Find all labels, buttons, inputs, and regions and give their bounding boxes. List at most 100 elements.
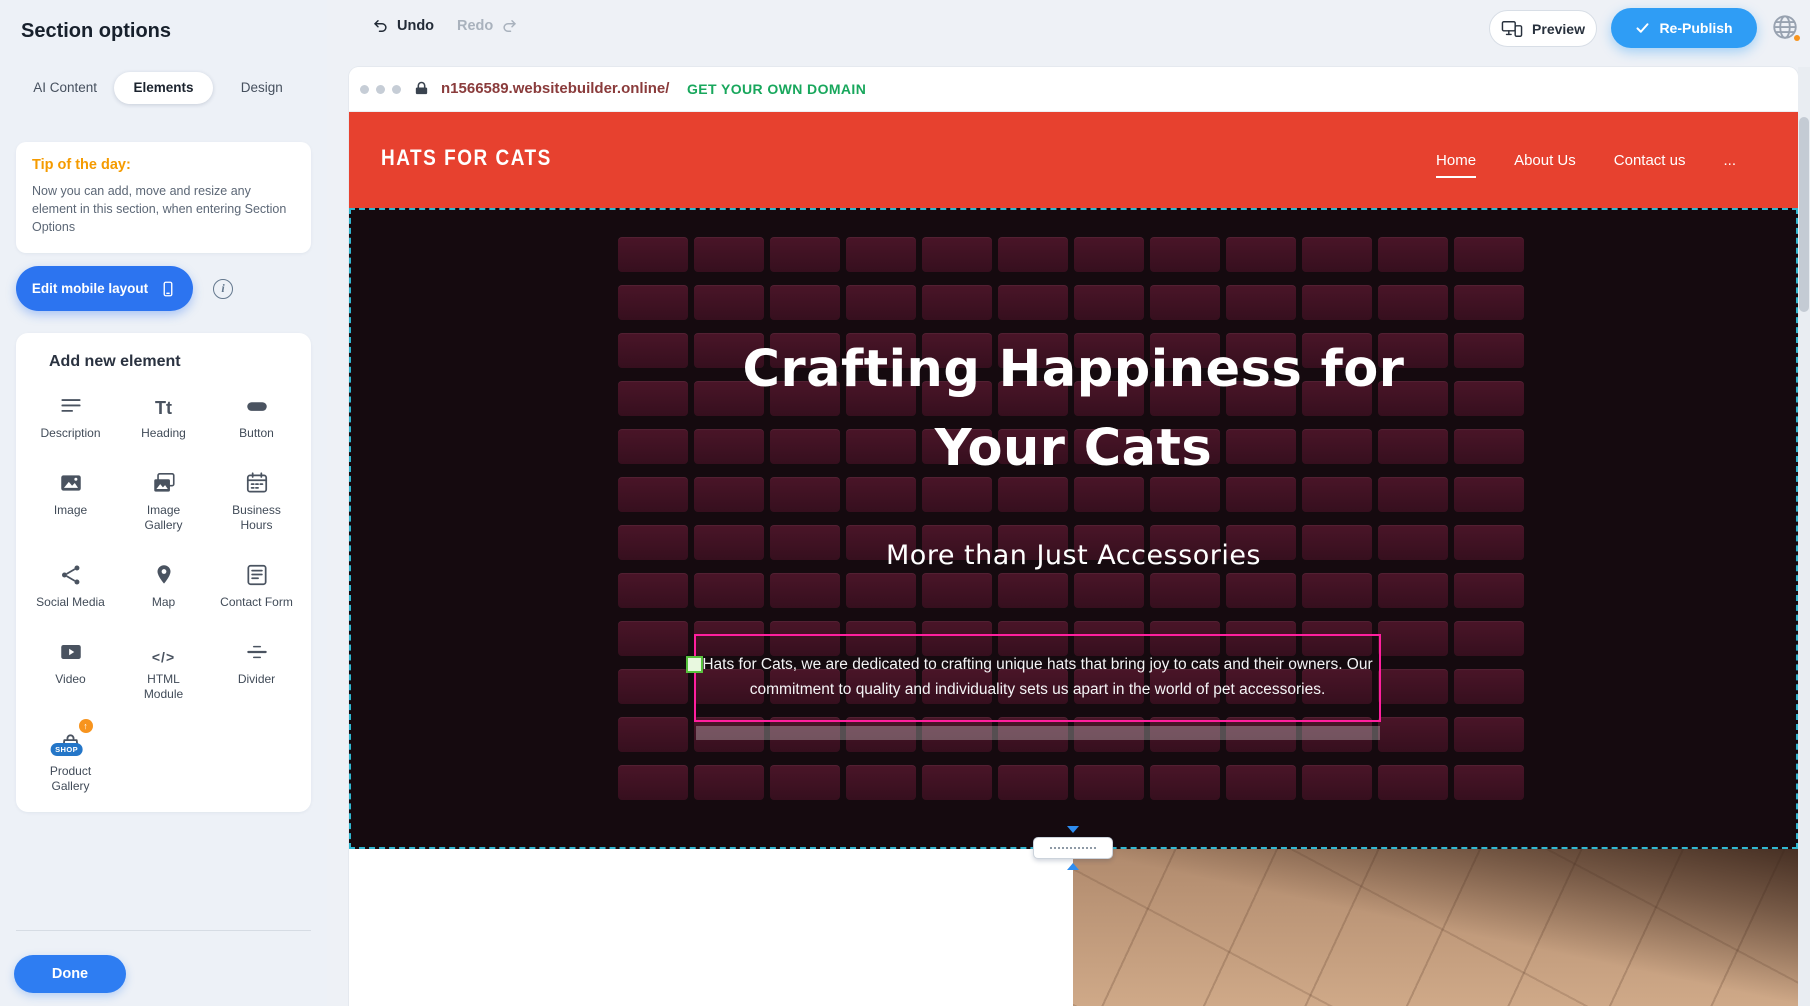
element-label: Contact Form bbox=[220, 595, 293, 610]
edit-mobile-row: Edit mobile layout i bbox=[16, 266, 233, 311]
element-social-media[interactable]: Social Media bbox=[24, 558, 117, 610]
hero-tile bbox=[1378, 717, 1448, 752]
preview-button[interactable]: Preview bbox=[1489, 10, 1597, 47]
element-grid: Description Tt Heading Button Image bbox=[16, 371, 311, 794]
hero-tile bbox=[1454, 285, 1524, 320]
redo-button[interactable]: Redo bbox=[457, 17, 518, 35]
window-dot bbox=[360, 85, 369, 94]
hero-tile bbox=[846, 765, 916, 800]
hero-paragraph[interactable]: Hats for Cats, we are dedicated to craft… bbox=[696, 653, 1379, 703]
undo-label: Undo bbox=[397, 18, 434, 34]
republish-button[interactable]: Re-Publish bbox=[1611, 8, 1757, 48]
hero-tile bbox=[922, 573, 992, 608]
hero-tile bbox=[1074, 285, 1144, 320]
element-button[interactable]: Button bbox=[210, 389, 303, 441]
site-url[interactable]: n1566589.websitebuilder.online/ bbox=[441, 80, 669, 97]
hero-tile bbox=[618, 765, 688, 800]
element-map[interactable]: Map bbox=[117, 558, 210, 610]
notification-dot bbox=[1794, 35, 1800, 41]
drag-handle-pill[interactable] bbox=[1033, 837, 1113, 859]
element-divider[interactable]: Divider bbox=[210, 635, 303, 702]
preview-label: Preview bbox=[1532, 21, 1585, 37]
info-icon[interactable]: i bbox=[213, 279, 233, 299]
element-description[interactable]: Description bbox=[24, 389, 117, 441]
hero-tile bbox=[1074, 765, 1144, 800]
nav-home[interactable]: Home bbox=[1436, 152, 1476, 169]
hero-tile bbox=[694, 765, 764, 800]
shop-badge: SHOP bbox=[50, 743, 83, 756]
hero-tile bbox=[770, 765, 840, 800]
hero-tile bbox=[1302, 573, 1372, 608]
hero-tile bbox=[1454, 237, 1524, 272]
hero-tile bbox=[1302, 285, 1372, 320]
element-product-gallery[interactable]: SHOP ↑ Product Gallery bbox=[24, 727, 117, 794]
vertical-scrollbar-thumb[interactable] bbox=[1799, 117, 1809, 312]
tip-of-the-day-card: Tip of the day: Now you can add, move an… bbox=[16, 142, 311, 253]
hero-tile bbox=[618, 573, 688, 608]
element-image-gallery[interactable]: Image Gallery bbox=[117, 466, 210, 533]
site-logo[interactable]: HATS FOR CATS bbox=[381, 146, 552, 171]
element-heading[interactable]: Tt Heading bbox=[117, 389, 210, 441]
republish-label: Re-Publish bbox=[1659, 20, 1732, 36]
add-element-title: Add new element bbox=[16, 333, 311, 371]
sidebar-divider bbox=[16, 930, 311, 931]
site-header: HATS FOR CATS Home About Us Contact us .… bbox=[349, 112, 1798, 208]
tab-elements[interactable]: Elements bbox=[114, 72, 212, 104]
tab-ai-content[interactable]: AI Content bbox=[16, 72, 114, 104]
check-icon bbox=[1635, 21, 1650, 35]
hero-tile bbox=[618, 717, 688, 752]
heading-icon: Tt bbox=[155, 389, 172, 419]
element-label: Social Media bbox=[36, 595, 105, 610]
hero-tile bbox=[1150, 573, 1220, 608]
hero-tile bbox=[998, 573, 1068, 608]
edit-mobile-layout-button[interactable]: Edit mobile layout bbox=[16, 266, 193, 311]
hero-tile bbox=[1226, 573, 1296, 608]
video-icon bbox=[58, 635, 84, 665]
hero-tile bbox=[846, 285, 916, 320]
element-label: Image Gallery bbox=[127, 503, 201, 533]
hero-tile bbox=[1454, 669, 1524, 704]
pavement-photo bbox=[1073, 849, 1798, 1006]
next-section bbox=[349, 849, 1798, 1006]
hero-heading[interactable]: Crafting Happiness for Your Cats bbox=[349, 330, 1798, 488]
element-ghost-bar bbox=[696, 726, 1380, 740]
done-button[interactable]: Done bbox=[14, 955, 126, 993]
resize-handle-left[interactable] bbox=[686, 656, 703, 673]
hero-tile bbox=[694, 237, 764, 272]
upgrade-badge-icon: ↑ bbox=[79, 719, 93, 733]
section-resize-handle[interactable] bbox=[1033, 835, 1113, 861]
element-image[interactable]: Image bbox=[24, 466, 117, 533]
hero-tile bbox=[1150, 237, 1220, 272]
element-business-hours[interactable]: Business Hours bbox=[210, 466, 303, 533]
nav-more-menu[interactable]: ... bbox=[1723, 152, 1736, 169]
dotted-drag-line bbox=[1050, 847, 1096, 849]
tip-title: Tip of the day: bbox=[32, 157, 295, 173]
browser-chrome-bar: n1566589.websitebuilder.online/ GET YOUR… bbox=[349, 67, 1798, 112]
hero-tile bbox=[1378, 621, 1448, 656]
hero-section-selected[interactable]: Crafting Happiness for Your Cats More th… bbox=[349, 208, 1798, 849]
arrow-down-icon bbox=[1067, 826, 1079, 833]
element-contact-form[interactable]: Contact Form bbox=[210, 558, 303, 610]
get-your-own-domain-link[interactable]: GET YOUR OWN DOMAIN bbox=[687, 81, 866, 97]
element-label: Product Gallery bbox=[34, 764, 108, 794]
hero-tile bbox=[770, 573, 840, 608]
hero-tile bbox=[998, 765, 1068, 800]
element-video[interactable]: Video bbox=[24, 635, 117, 702]
undo-button[interactable]: Undo bbox=[372, 17, 434, 35]
devices-icon bbox=[1501, 19, 1523, 39]
tab-design[interactable]: Design bbox=[213, 72, 311, 104]
hero-subheading[interactable]: More than Just Accessories bbox=[349, 540, 1798, 571]
element-label: Heading bbox=[141, 426, 186, 441]
nav-contact-us[interactable]: Contact us bbox=[1614, 152, 1686, 169]
hero-tile bbox=[1454, 717, 1524, 752]
undo-icon bbox=[372, 17, 390, 35]
browser-window-dots bbox=[360, 85, 401, 94]
button-icon bbox=[244, 389, 270, 419]
section-options-sidebar: Section options AI Content Elements Desi… bbox=[0, 0, 327, 1006]
language-globe-button[interactable] bbox=[1770, 12, 1802, 44]
nav-about-us[interactable]: About Us bbox=[1514, 152, 1576, 169]
vertical-scrollbar-track[interactable] bbox=[1798, 67, 1810, 1006]
element-html-module[interactable]: </> HTML Module bbox=[117, 635, 210, 702]
hero-tile bbox=[846, 237, 916, 272]
hero-paragraph-selection[interactable]: Hats for Cats, we are dedicated to craft… bbox=[694, 634, 1381, 722]
